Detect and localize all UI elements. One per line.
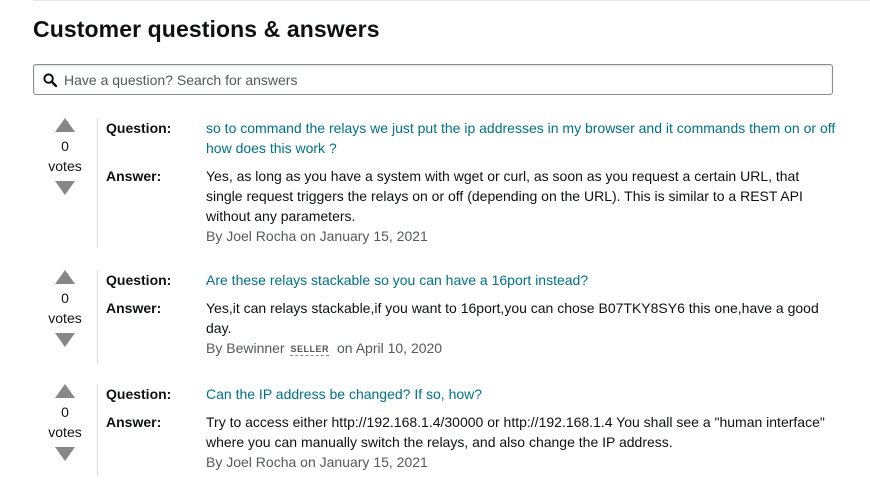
upvote-arrow-icon[interactable] [55,270,75,284]
vote-label: votes [48,158,82,174]
answer-byline: By Joel Rocha on January 15, 2021 [206,454,428,470]
question-label: Question: [106,386,172,402]
question-row: Question: Are these relays stackable so … [106,270,867,290]
upvote-arrow-icon[interactable] [55,118,75,132]
question-row: Question: so to command the relays we ju… [106,118,867,158]
vote-count: 0 [61,290,69,306]
answer-byline: By Joel Rocha on January 15, 2021 [206,228,428,244]
vote-count: 0 [61,404,69,420]
vote-count: 0 [61,138,69,154]
question-row: Question: Can the IP address be changed?… [106,384,867,404]
vote-widget: 0 votes [33,270,97,347]
answer-row: Answer: Yes,it can relays stackable,if y… [106,298,867,358]
answer-row: Answer: Yes, as long as you have a syste… [106,166,867,246]
answer-text: Yes, as long as you have a system with w… [206,168,803,224]
vote-label: votes [48,424,82,440]
question-label: Question: [106,120,172,136]
section-title: Customer questions & answers [33,16,380,42]
search-icon [43,72,58,87]
question-label: Question: [106,272,172,288]
answer-text: Try to access either http://192.168.1.4/… [206,414,825,450]
byline-author[interactable]: By Bewinner [206,340,285,356]
answer-byline: By Bewinner SELLER on April 10, 2020 [206,338,838,358]
vote-widget: 0 votes [33,384,97,461]
search-input[interactable] [64,66,804,93]
question-link[interactable]: Can the IP address be changed? If so, ho… [206,384,838,404]
qa-search-box[interactable] [33,64,833,95]
downvote-arrow-icon[interactable] [55,181,75,195]
byline-date: on April 10, 2020 [337,340,443,356]
downvote-arrow-icon[interactable] [55,333,75,347]
vote-widget: 0 votes [33,118,97,195]
top-divider [33,0,870,1]
qa-content: Question: so to command the relays we ju… [97,118,867,248]
question-link[interactable]: so to command the relays we just put the… [206,118,838,158]
question-link[interactable]: Are these relays stackable so you can ha… [206,270,838,290]
answer-label: Answer: [106,168,162,184]
downvote-arrow-icon[interactable] [55,447,75,461]
answer-label: Answer: [106,414,162,430]
answer-row: Answer: Try to access either http://192.… [106,412,867,472]
qa-content: Question: Are these relays stackable so … [97,270,867,364]
answer-label: Answer: [106,300,162,316]
qa-content: Question: Can the IP address be changed?… [97,384,867,476]
answer-text: Yes,it can relays stackable,if you want … [206,300,819,336]
vote-label: votes [48,310,82,326]
upvote-arrow-icon[interactable] [55,384,75,398]
seller-badge: SELLER [290,344,329,356]
